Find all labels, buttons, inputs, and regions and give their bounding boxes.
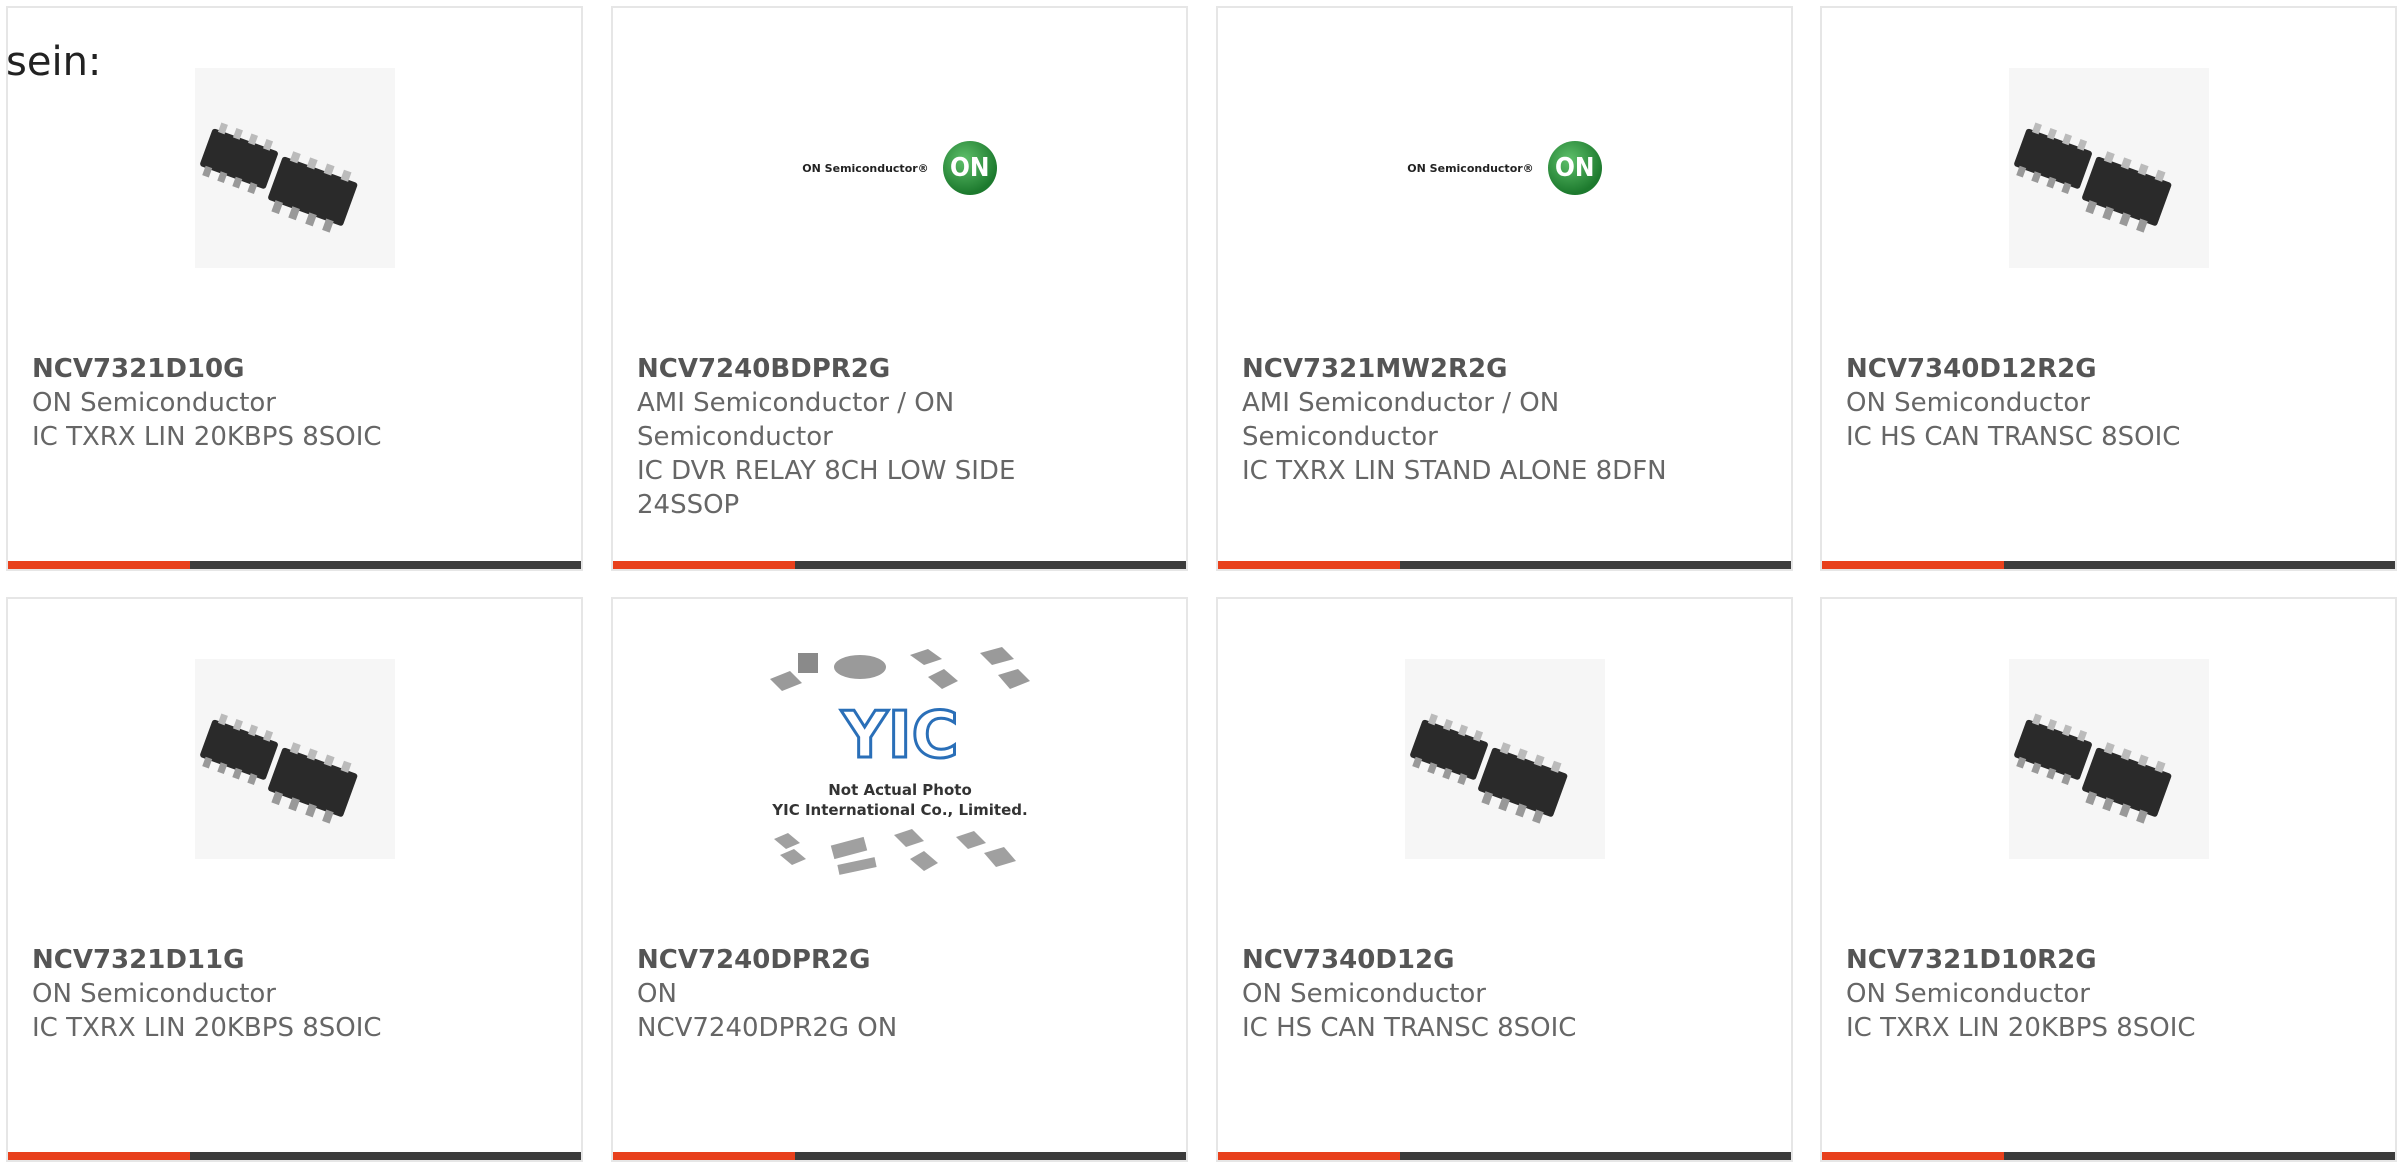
product-card[interactable]: NCV7321D10R2G ON Semiconductor IC TXRX L… xyxy=(1820,597,2397,1162)
product-image[interactable] xyxy=(1822,48,2395,288)
soic8-chip-icon xyxy=(194,659,395,859)
part-number[interactable]: NCV7340D12G xyxy=(1242,943,1767,977)
part-number[interactable]: NCV7321D10G xyxy=(32,352,557,386)
soic8-chip-icon xyxy=(1404,659,1605,859)
product-image[interactable] xyxy=(8,639,581,879)
product-image[interactable]: YIC Not Actual Photo YIC International C… xyxy=(613,639,1186,879)
description: IC HS CAN TRANSC 8SOIC xyxy=(1846,422,2181,452)
description: IC TXRX LIN 20KBPS 8SOIC xyxy=(32,1013,382,1043)
manufacturer-cont: Semiconductor xyxy=(1242,422,1438,452)
product-card[interactable]: YIC Not Actual Photo YIC International C… xyxy=(611,597,1188,1162)
card-bottom-bar xyxy=(1218,1152,1791,1160)
card-bottom-bar xyxy=(1822,1152,2395,1160)
manufacturer: ON Semiconductor xyxy=(1846,979,2090,1009)
logo-text: ON Semiconductor® xyxy=(802,161,929,175)
description: IC TXRX LIN STAND ALONE 8DFN xyxy=(1242,456,1667,486)
manufacturer: ON Semiconductor xyxy=(1242,979,1486,1009)
yic-mark: YIC xyxy=(840,699,958,773)
card-accent xyxy=(8,561,190,569)
manufacturer: ON Semiconductor xyxy=(32,979,276,1009)
manufacturer: ON Semiconductor xyxy=(1846,388,2090,418)
part-number[interactable]: NCV7321D11G xyxy=(32,943,557,977)
product-card[interactable]: NCV7340D12G ON Semiconductor IC HS CAN T… xyxy=(1216,597,1793,1162)
part-number[interactable]: NCV7321D10R2G xyxy=(1846,943,2371,977)
card-bottom-bar xyxy=(613,561,1186,569)
product-image[interactable]: ON Semiconductor® ON xyxy=(613,48,1186,288)
description: IC DVR RELAY 8CH LOW SIDE xyxy=(637,456,1016,486)
card-accent xyxy=(1822,1152,2004,1160)
product-image[interactable] xyxy=(1218,639,1791,879)
soic8-chip-icon xyxy=(194,68,395,268)
card-bottom-bar xyxy=(8,561,581,569)
on-semiconductor-logo: ON Semiconductor® ON xyxy=(1407,141,1602,195)
on-semiconductor-logo: ON Semiconductor® ON xyxy=(802,141,997,195)
part-number[interactable]: NCV7240BDPR2G xyxy=(637,352,1162,386)
manufacturer-cont: Semiconductor xyxy=(637,422,833,452)
on-logo-icon: ON xyxy=(1547,141,1602,195)
card-bottom-bar xyxy=(8,1152,581,1160)
card-accent xyxy=(613,1152,795,1160)
card-accent xyxy=(613,561,795,569)
soic8-chip-icon xyxy=(2008,659,2209,859)
placeholder-line-1: Not Actual Photo xyxy=(828,781,972,799)
product-card[interactable]: NCV7340D12R2G ON Semiconductor IC HS CAN… xyxy=(1820,6,2397,571)
on-logo-icon: ON xyxy=(942,141,997,195)
description: IC HS CAN TRANSC 8SOIC xyxy=(1242,1013,1577,1043)
logo-text: ON Semiconductor® xyxy=(1407,161,1534,175)
product-image[interactable] xyxy=(1822,639,2395,879)
product-card[interactable]: NCV7321D11G ON Semiconductor IC TXRX LIN… xyxy=(6,597,583,1162)
manufacturer: ON Semiconductor xyxy=(32,388,276,418)
description: NCV7240DPR2G ON xyxy=(637,1013,898,1043)
card-bottom-bar xyxy=(613,1152,1186,1160)
description: IC TXRX LIN 20KBPS 8SOIC xyxy=(1846,1013,2196,1043)
soic8-chip-icon xyxy=(2008,68,2209,268)
card-bottom-bar xyxy=(1218,561,1791,569)
description-cont: 24SSOP xyxy=(637,490,740,520)
product-image[interactable]: ON Semiconductor® ON xyxy=(1218,48,1791,288)
card-bottom-bar xyxy=(1822,561,2395,569)
part-number[interactable]: NCV7321MW2R2G xyxy=(1242,352,1767,386)
description: IC TXRX LIN 20KBPS 8SOIC xyxy=(32,422,382,452)
manufacturer: ON xyxy=(637,979,677,1009)
product-card[interactable]: ON Semiconductor® ON NCV7240BDPR2G AMI S… xyxy=(611,6,1188,571)
placeholder-line-2: YIC International Co., Limited. xyxy=(771,801,1027,819)
product-card[interactable]: ON Semiconductor® ON NCV7321MW2R2G AMI S… xyxy=(1216,6,1793,571)
card-accent xyxy=(1218,1152,1400,1160)
part-number[interactable]: NCV7240DPR2G xyxy=(637,943,1162,977)
card-accent xyxy=(1218,561,1400,569)
yic-placeholder-icon: YIC Not Actual Photo YIC International C… xyxy=(769,647,1030,875)
card-accent xyxy=(1822,561,2004,569)
product-grid: NCV7321D10G ON Semiconductor IC TXRX LIN… xyxy=(0,0,2400,1162)
section-heading: sein: xyxy=(6,39,102,85)
manufacturer: AMI Semiconductor / ON xyxy=(637,388,955,418)
card-accent xyxy=(8,1152,190,1160)
part-number[interactable]: NCV7340D12R2G xyxy=(1846,352,2371,386)
manufacturer: AMI Semiconductor / ON xyxy=(1242,388,1560,418)
